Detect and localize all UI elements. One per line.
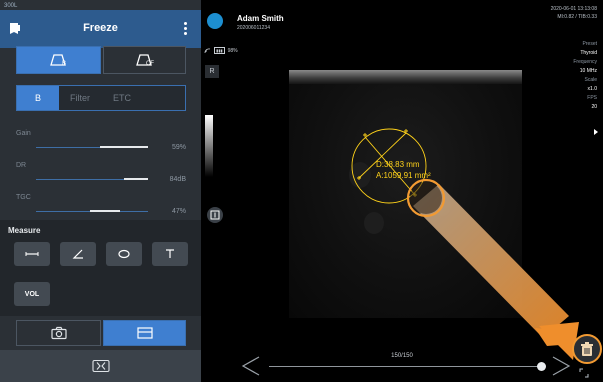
tab-b[interactable]: B (17, 86, 59, 110)
tab-extra[interactable] (143, 86, 185, 110)
camera-icon (50, 326, 67, 340)
gain-fill (100, 146, 148, 148)
capture-button[interactable] (16, 320, 101, 346)
b-mode-button[interactable]: B (16, 46, 101, 74)
dr-value: 84dB (169, 176, 186, 183)
gain-value: 59% (171, 144, 186, 151)
text-tool-icon (166, 249, 174, 258)
gain-label: Gain (16, 130, 31, 137)
dr-slider[interactable]: DR 84dB (16, 162, 186, 184)
gain-slider[interactable]: Gain 59% (16, 130, 186, 152)
cine-track[interactable] (269, 366, 541, 367)
control-panel: 300L Freeze B CF B Filter ETC Gain 59% D… (0, 0, 201, 382)
area-readout: A:1059.91 mm² (376, 171, 431, 180)
more-menu-icon[interactable] (184, 22, 187, 37)
panel-header: Freeze (0, 10, 201, 48)
layout-icon (136, 327, 153, 339)
frame-counter: 150/150 (391, 353, 413, 359)
ellipse-tool-button[interactable] (106, 242, 142, 266)
angle-tool-button[interactable] (60, 242, 96, 266)
expand-icon[interactable] (579, 368, 589, 378)
image-viewport: Adam Smith 202006011234 2020-06-01 13:13… (201, 0, 603, 382)
bottom-toolbar (0, 350, 201, 382)
layout-button[interactable] (103, 320, 186, 346)
next-frame-icon[interactable] (551, 356, 571, 376)
distance-tool-button[interactable] (14, 242, 50, 266)
tab-filter[interactable]: Filter (59, 86, 101, 110)
tgc-label: TGC (16, 194, 31, 201)
measure-title: Measure (8, 226, 41, 235)
angle-icon (72, 249, 83, 259)
tgc-fill (90, 210, 120, 212)
prev-frame-icon[interactable] (241, 356, 261, 376)
mode-tabs: B Filter ETC (16, 85, 186, 111)
measure-section: Measure VOL (0, 220, 201, 316)
selected-caliper-fill (410, 182, 442, 214)
tab-etc[interactable]: ETC (101, 86, 143, 110)
cf-mode-label: CF (146, 61, 154, 67)
volume-tool-button[interactable]: VOL (14, 282, 50, 306)
tgc-value: 47% (171, 208, 186, 215)
device-label: 300L (4, 3, 18, 9)
cf-mode-button[interactable]: CF (103, 46, 186, 74)
distance-icon (25, 252, 39, 256)
trash-icon (581, 342, 593, 356)
tgc-slider[interactable]: TGC 47% (16, 194, 186, 216)
dr-fill (124, 178, 148, 180)
measurement-overlay (351, 128, 579, 360)
freeze-title[interactable]: Freeze (0, 22, 201, 34)
distance-readout: D:38.83 mm (376, 160, 420, 169)
dr-label: DR (16, 162, 27, 169)
ellipse-icon (118, 249, 130, 259)
b-mode-label: B (62, 61, 66, 67)
delete-measurement-button[interactable] (572, 334, 602, 364)
dual-view-icon[interactable] (91, 359, 110, 373)
cine-thumb[interactable] (537, 362, 546, 371)
trace-tool-button[interactable] (152, 242, 188, 266)
